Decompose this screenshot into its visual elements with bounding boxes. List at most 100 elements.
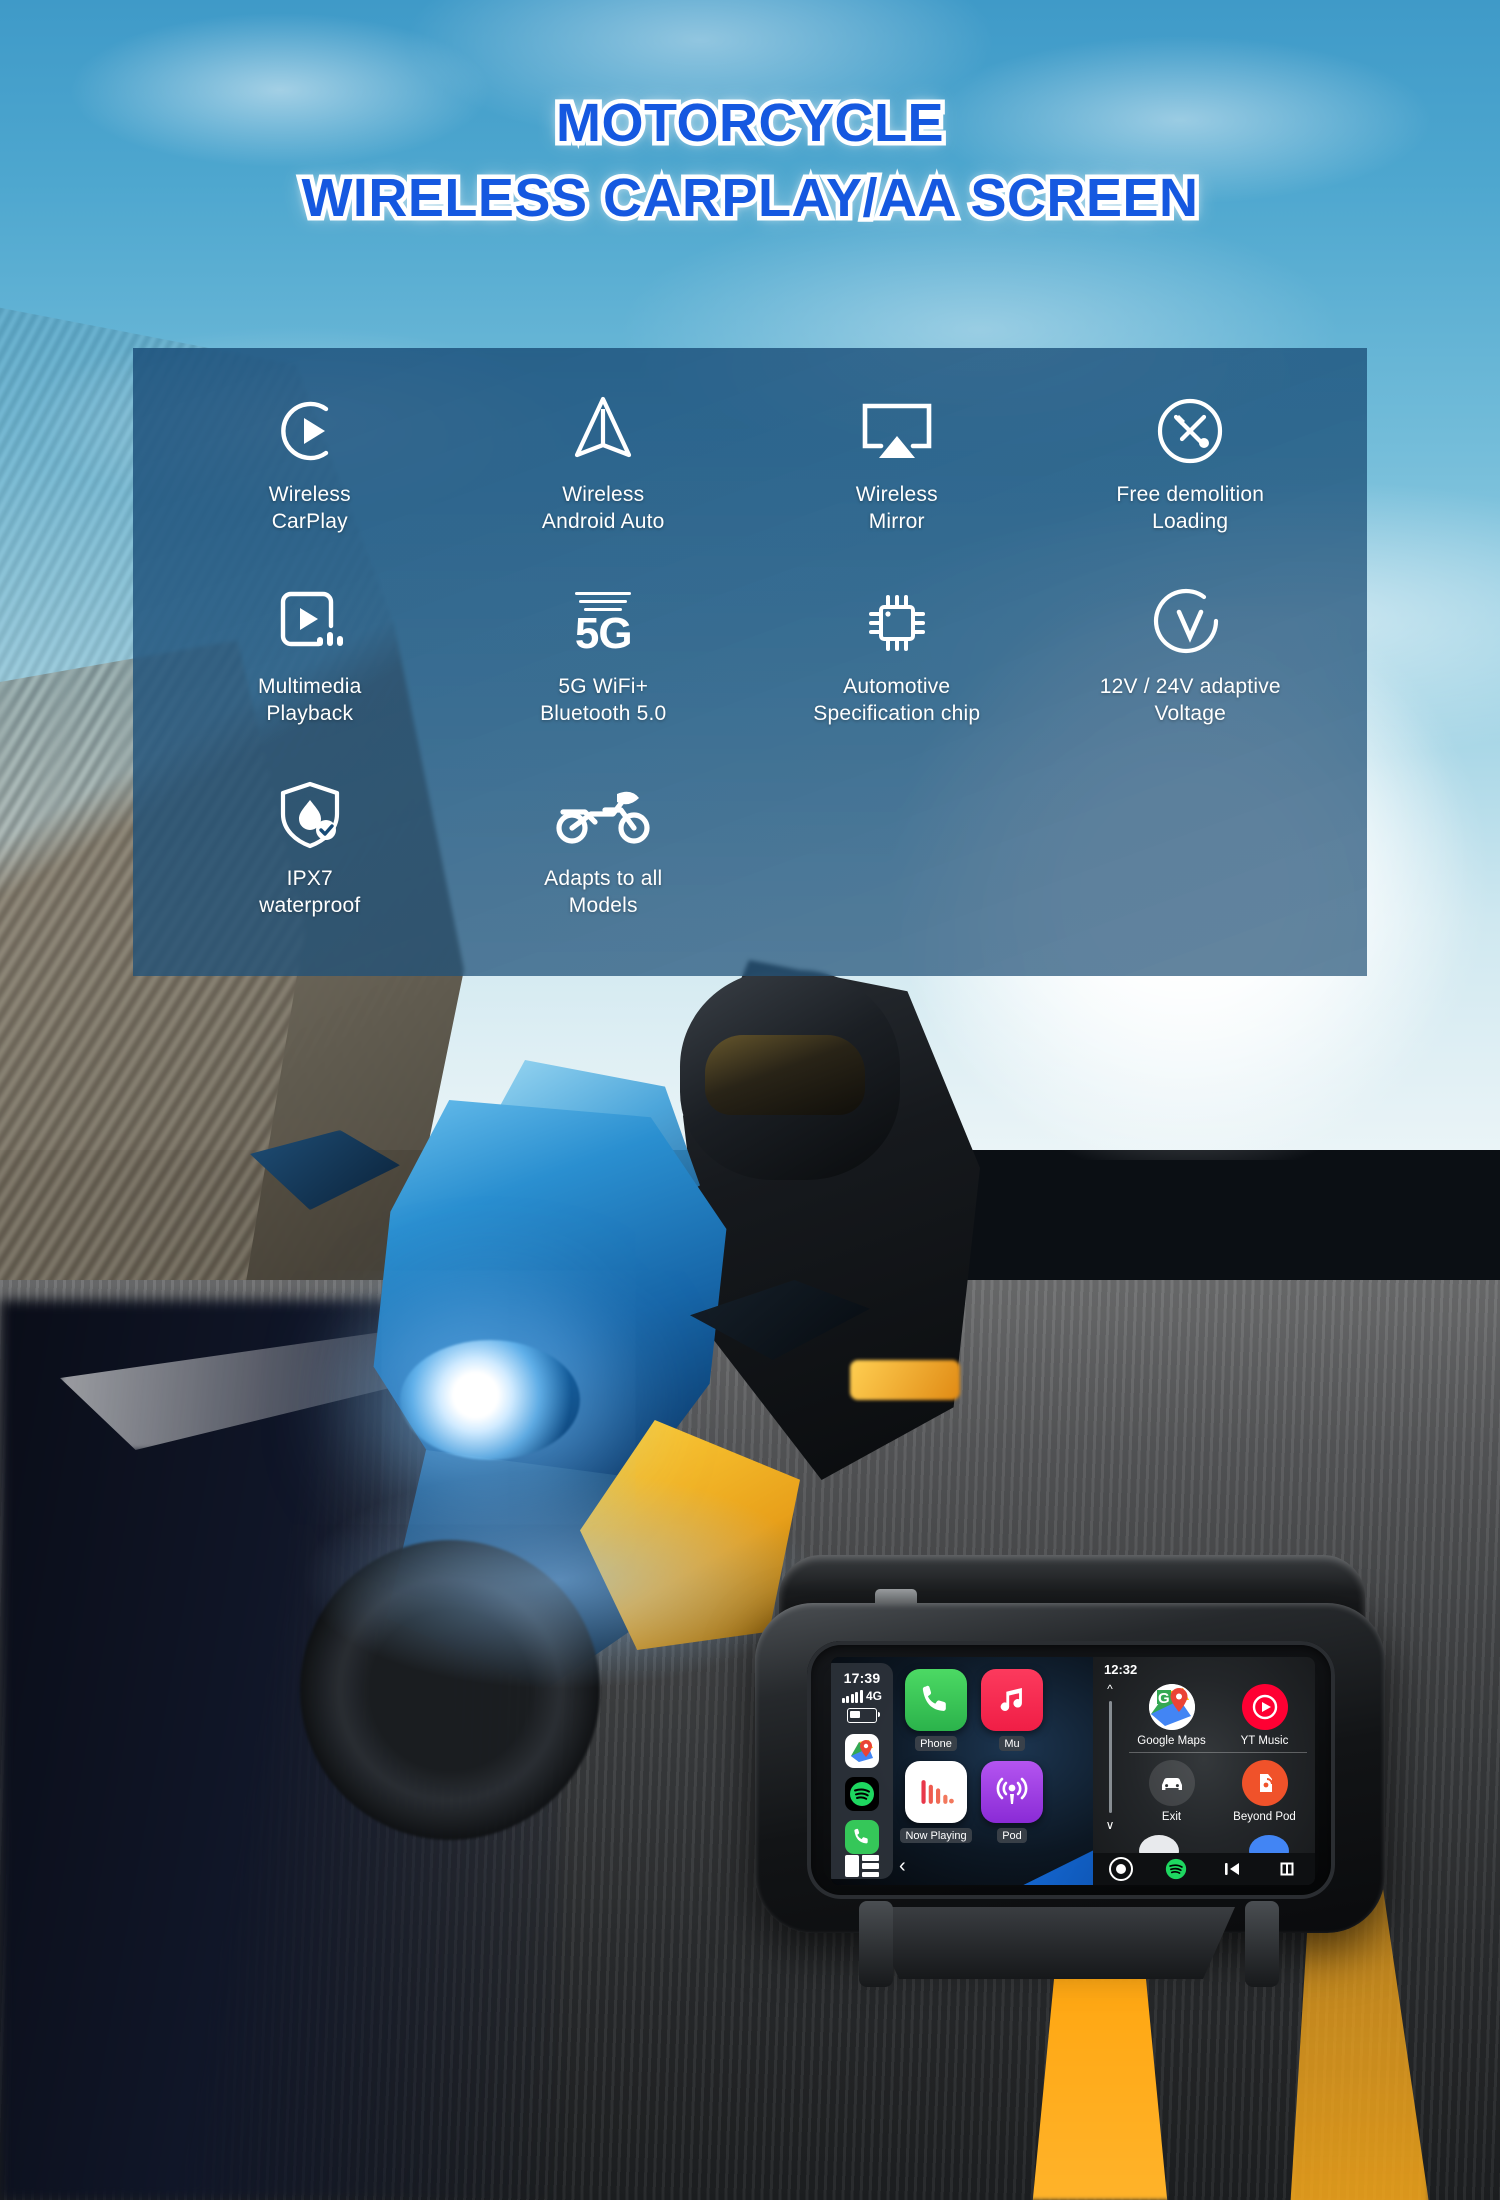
chevron-down-icon[interactable]: ∨ — [1106, 1819, 1115, 1831]
android-auto-app-label: Google Maps — [1137, 1735, 1206, 1747]
feature-row-1: Wireless CarPlay Wireless Android Auto W… — [163, 382, 1337, 574]
feature-label-line1: 5G WiFi+ — [558, 675, 649, 698]
feature-label-line1: Wireless — [562, 483, 645, 506]
feature-label-line2: Voltage — [1154, 701, 1226, 725]
google-maps-icon[interactable]: G — [1148, 1684, 1195, 1730]
carplay-app-podcasts[interactable]: Pod — [981, 1761, 1043, 1843]
no-tools-icon — [1152, 388, 1228, 474]
feature-free-demolition-loading: Free demolition Loading — [1044, 382, 1338, 574]
carplay-app-label: Phone — [915, 1736, 957, 1751]
chip-icon — [861, 580, 933, 666]
google-maps-icon[interactable] — [845, 1734, 879, 1768]
screen-bezel: 17:39 4G Phone Mu Now Playing Pod ‹ 12:3… — [807, 1641, 1335, 1899]
feature-label-line2: Specification chip — [813, 701, 981, 725]
exit-car-icon[interactable] — [1148, 1760, 1195, 1806]
feature-label-line2: Bluetooth 5.0 — [540, 701, 667, 725]
helmet-visor — [705, 1035, 865, 1115]
device-mount-bracket — [867, 1907, 1235, 1979]
music-icon[interactable] — [981, 1669, 1043, 1731]
mount-arm-left — [859, 1901, 893, 1987]
5g-badge-text: 5G — [574, 608, 633, 658]
carplay-icon — [273, 388, 347, 474]
spotify-icon[interactable] — [1149, 1858, 1205, 1880]
airplay-mirror-icon — [857, 388, 937, 474]
android-auto-media-bar[interactable] — [1093, 1853, 1315, 1885]
headlight — [400, 1340, 580, 1460]
feature-wireless-mirror: Wireless Mirror — [750, 382, 1044, 574]
carplay-app-label: Mu — [999, 1736, 1025, 1751]
turn-signal — [850, 1360, 960, 1400]
feature-panel: Wireless CarPlay Wireless Android Auto W… — [133, 348, 1367, 976]
phone-icon[interactable] — [845, 1820, 879, 1854]
android-auto-app-exit[interactable]: Exit — [1125, 1755, 1218, 1826]
phone-icon[interactable] — [905, 1669, 967, 1731]
chevron-up-icon[interactable]: ^ — [1107, 1683, 1113, 1695]
carplay-dock[interactable] — [845, 1734, 879, 1854]
carplay-app-label: Now Playing — [900, 1828, 972, 1843]
signal-bars — [575, 591, 632, 611]
motorcycle-icon — [555, 772, 651, 858]
feature-label-line2: waterproof — [259, 893, 361, 917]
carplay-bottom-bar[interactable]: ‹ — [831, 1851, 1093, 1881]
android-auto-app-label: Beyond Pod — [1233, 1811, 1296, 1823]
page-title: MOTORCYCLE WIRELESS CARPLAY/AA SCREEN — [0, 91, 1500, 230]
network-type-label: 4G — [865, 1689, 882, 1703]
android-auto-ui[interactable]: 12:32 ^ ∨ G Google Maps YT Music Exit Be… — [1093, 1657, 1315, 1885]
battery-icon — [847, 1708, 880, 1723]
pause-icon[interactable] — [1260, 1859, 1316, 1879]
spotify-icon[interactable] — [845, 1777, 879, 1811]
android-auto-app-beyond-pod[interactable]: Beyond Pod — [1218, 1755, 1311, 1826]
mount-arm-right — [1245, 1901, 1279, 1987]
carplay-ui[interactable]: 17:39 4G Phone Mu Now Playing Pod ‹ — [831, 1657, 1093, 1885]
feature-ipx7-waterproof: IPX7 waterproof — [163, 766, 457, 958]
title-line-1: MOTORCYCLE — [551, 91, 948, 155]
feature-label-line2: Playback — [266, 701, 354, 725]
feature-wireless-carplay: Wireless CarPlay — [163, 382, 457, 574]
android-auto-app-yt-music[interactable]: YT Music — [1218, 1679, 1311, 1750]
android-auto-clock: 12:32 — [1104, 1662, 1138, 1677]
back-chevron-icon[interactable]: ‹ — [899, 1856, 906, 1876]
grid-divider — [1129, 1752, 1307, 1753]
5g-signal-icon: 5G — [574, 580, 633, 666]
title-line-2: WIRELESS CARPLAY/AA SCREEN — [297, 166, 1203, 230]
feature-5g-wifi-bluetooth: 5G 5G WiFi+ Bluetooth 5.0 — [457, 574, 751, 766]
android-auto-app-grid[interactable]: G Google Maps YT Music Exit Beyond Pod — [1125, 1679, 1311, 1826]
feature-adaptive-voltage: 12V / 24V adaptive Voltage — [1044, 574, 1338, 766]
motorcycle-carplay-device: 17:39 4G Phone Mu Now Playing Pod ‹ 12:3… — [755, 1555, 1385, 1987]
carplay-clock: 17:39 — [843, 1670, 881, 1686]
beyond-pod-icon[interactable] — [1241, 1760, 1288, 1806]
yt-music-icon[interactable] — [1241, 1684, 1288, 1730]
dashboard-icon[interactable] — [845, 1855, 879, 1877]
feature-multimedia-playback: Multimedia Playback — [163, 574, 457, 766]
android-auto-scrollbar[interactable]: ^ ∨ — [1099, 1683, 1121, 1831]
feature-label-line1: Automotive — [843, 675, 951, 698]
device-screen[interactable]: 17:39 4G Phone Mu Now Playing Pod ‹ 12:3… — [831, 1657, 1315, 1885]
signal-strength-icon — [841, 1690, 863, 1703]
feature-label-line1: Wireless — [268, 483, 351, 506]
carplay-app-grid[interactable]: Phone Mu Now Playing Pod — [900, 1669, 1093, 1843]
waterproof-shield-icon — [275, 772, 345, 858]
feature-label-line1: Wireless — [855, 483, 938, 506]
carplay-app-phone[interactable]: Phone — [905, 1669, 967, 1751]
carplay-app-music[interactable]: Mu — [981, 1669, 1043, 1751]
feature-label-line1: 12V / 24V adaptive — [1099, 675, 1281, 698]
carplay-app-label: Pod — [997, 1828, 1027, 1843]
scroll-track[interactable] — [1108, 1701, 1112, 1813]
voltage-icon — [1152, 580, 1228, 666]
feature-row-3: IPX7 waterproof Adapts to all Models — [163, 766, 1337, 958]
feature-label-line2: Android Auto — [541, 509, 665, 533]
product-banner: MOTORCYCLE WIRELESS CARPLAY/AA SCREEN Wi… — [0, 0, 1500, 2200]
android-auto-app-label: Exit — [1161, 1811, 1182, 1823]
media-playback-icon — [273, 580, 347, 666]
carplay-app-now-playing[interactable]: Now Playing — [900, 1761, 972, 1843]
home-circle-icon[interactable] — [1093, 1857, 1149, 1881]
feature-row-2: Multimedia Playback 5G 5G WiFi+ Bluetoot… — [163, 574, 1337, 766]
feature-adapts-all-models: Adapts to all Models — [457, 766, 751, 958]
android-auto-app-google-maps[interactable]: G Google Maps — [1125, 1679, 1218, 1750]
previous-track-icon[interactable] — [1204, 1859, 1260, 1879]
android-auto-row-1: G Google Maps YT Music — [1125, 1679, 1311, 1750]
feature-grid: Wireless CarPlay Wireless Android Auto W… — [133, 348, 1367, 976]
podcasts-icon[interactable] — [981, 1761, 1043, 1823]
feature-label-line1: Adapts to all — [544, 867, 663, 890]
now-playing-icon[interactable] — [905, 1761, 967, 1823]
